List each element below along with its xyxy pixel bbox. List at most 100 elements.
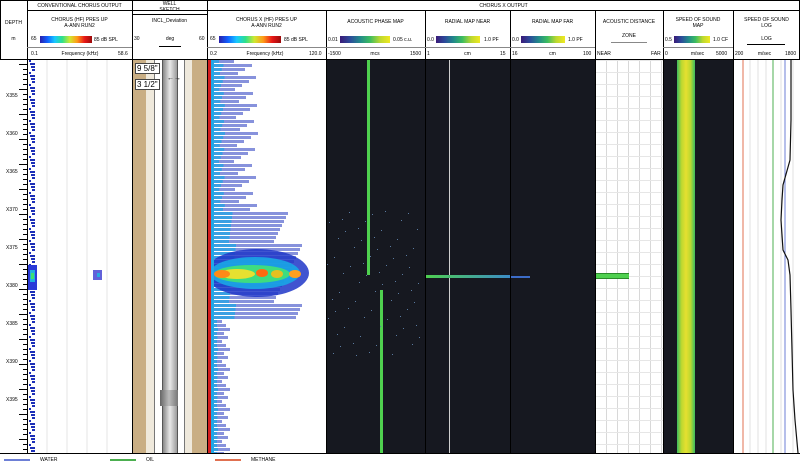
acoustic-distance-gridline [595, 216, 663, 217]
phase-map-dot [413, 248, 414, 249]
phase-map-dot [371, 310, 372, 311]
chorus-x-spectrum-scale-min: 65 [210, 36, 216, 42]
depth-tick [19, 89, 27, 90]
phase-map-dot [369, 352, 370, 353]
legend-water-label: WATER [40, 457, 58, 463]
conventional-chorus-axis-max: 58.6 [118, 51, 128, 57]
phase-map-title: ACOUSTIC PHASE MAP [347, 19, 404, 25]
radial-near-scale-min: 0.0 [427, 37, 434, 43]
depth-tick [19, 339, 27, 340]
tubing-collar [160, 390, 178, 406]
acoustic-distance-gridline [595, 432, 663, 433]
phase-map-dot [391, 300, 392, 301]
acoustic-distance-gridline [595, 420, 663, 421]
phase-map-dot [356, 355, 357, 356]
depth-tick [19, 314, 27, 315]
acoustic-distance-gridline [595, 312, 663, 313]
phase-map-scale-max: 0.05 c.u. [393, 37, 413, 43]
phase-map-dot [393, 258, 394, 259]
phase-map-dot [335, 311, 336, 312]
speed-log-curve [780, 60, 799, 453]
well-sketch-title-2: SKETCH [159, 7, 180, 13]
acoustic-distance-gridline [595, 372, 663, 373]
casing-inner-label: 3 1/2" [135, 79, 160, 90]
conventional-chorus-axis-min: 0.1 [31, 51, 38, 57]
acoustic-distance-gridline [639, 60, 640, 453]
radial-far-title: RADIAL MAP FAR [531, 19, 574, 25]
radial-near-axis-label: cm [464, 51, 471, 57]
acoustic-distance-track [595, 60, 663, 453]
phase-map-dot [379, 272, 380, 273]
depth-label: X395 [6, 397, 18, 403]
acoustic-distance-gridline [595, 96, 663, 97]
chorus-x-spectrum-colorbar [219, 36, 281, 43]
phase-map-dot [395, 281, 396, 282]
phase-map-dot [400, 316, 401, 317]
legend-water-line [4, 459, 30, 461]
phase-map-dot [329, 222, 330, 223]
phase-map-dot [334, 257, 335, 258]
acoustic-distance-gridline [595, 444, 663, 445]
phase-map-dot [370, 256, 371, 257]
acoustic-distance-gridline [595, 324, 663, 325]
phase-map-dot [396, 335, 397, 336]
legend-methane-label: METHANE [251, 457, 276, 463]
legend: WATER OIL METHANE [0, 454, 800, 468]
radial-far-track [510, 60, 595, 453]
phase-map-dot [397, 239, 398, 240]
depth-tick [19, 414, 27, 415]
phase-map-dot [358, 228, 359, 229]
phase-map-dot [386, 265, 387, 266]
legend-oil-label: OIL [146, 457, 155, 463]
phase-map-dot [376, 345, 377, 346]
depth-label: X385 [6, 321, 18, 327]
phase-map-dot [365, 221, 366, 222]
conventional-chorus-scale-max: 85 dB SPL [94, 37, 118, 43]
acoustic-distance-near: NEAR [597, 51, 611, 57]
phase-map-dot [342, 219, 343, 220]
legend-oil-line [110, 459, 136, 461]
acoustic-distance-gridline [595, 132, 663, 133]
speed-log-axis-label: m/sec [757, 51, 772, 57]
depth-tick [19, 64, 27, 65]
depth-tick [19, 239, 27, 240]
phase-map-axis-max: 1500 [410, 51, 422, 57]
formation-left [132, 60, 146, 453]
acoustic-distance-gridline [595, 180, 663, 181]
phase-map-lower-line [380, 290, 383, 453]
chorus-x-spectrum-title-2: A-ANN RUN2 [251, 23, 282, 29]
phase-map-dot [339, 292, 340, 293]
acoustic-distance-gridline [595, 120, 663, 121]
depth-tick [19, 214, 27, 215]
phase-map-dot [380, 326, 381, 327]
radial-near-track [425, 60, 510, 453]
acoustic-distance-gridline [595, 300, 663, 301]
acoustic-distance-gridline [595, 60, 663, 61]
acoustic-distance-gridline [595, 72, 663, 73]
phase-map-dot [350, 266, 351, 267]
phase-map-dot [349, 212, 350, 213]
depth-label: X355 [6, 93, 18, 99]
depth-label: X390 [6, 359, 18, 365]
conventional-chorus-title-2: A-ANN RUN2 [64, 23, 95, 29]
acoustic-distance-gridline [661, 60, 662, 453]
acoustic-distance-gridline [628, 60, 629, 453]
well-sketch-axis-max: 60 [199, 36, 205, 42]
radial-far-band [510, 276, 530, 278]
phase-map-dot [419, 337, 420, 338]
chorus-x-spectrum-plot [207, 60, 309, 453]
log-viewer: DEPTH m CONVENTIONAL CHORUS OUTPUT CHORU… [0, 0, 800, 468]
phase-map-colorbar [340, 36, 390, 43]
acoustic-distance-gridline [595, 336, 663, 337]
depth-tick [19, 439, 27, 440]
phase-map-dot [348, 308, 349, 309]
phase-map-dot [417, 229, 418, 230]
depth-tick [19, 389, 27, 390]
acoustic-distance-gridline [595, 288, 663, 289]
speed-map-colorbar [674, 36, 710, 43]
acoustic-distance-gridline [595, 360, 663, 361]
phase-map-dot [343, 273, 344, 274]
radial-far-scale-min: 0.0 [512, 37, 519, 43]
radial-far-axis-label: cm [549, 51, 556, 57]
phase-map-axis-min: -1500 [328, 51, 341, 57]
